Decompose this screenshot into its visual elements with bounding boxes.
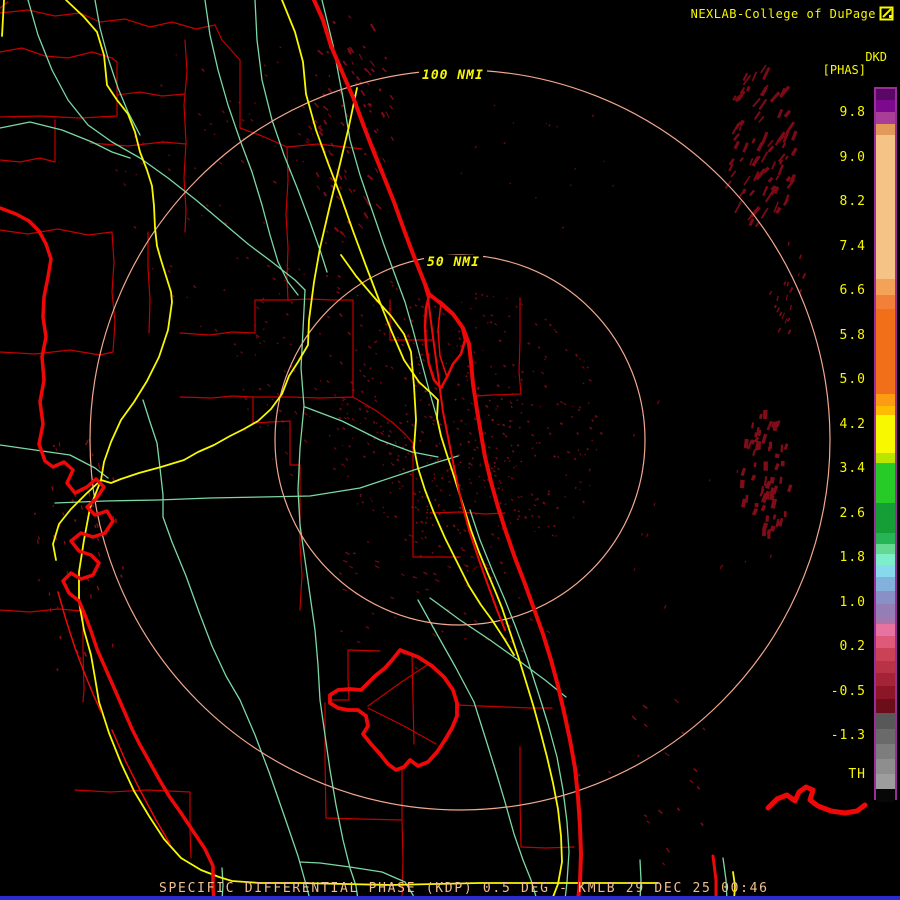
color-scale-segment: [876, 394, 895, 406]
radar-viewer-screen: 100 NMI 50 NMI NEXLAB-College of DuPage …: [0, 0, 900, 900]
range-ring-label-50nmi: 50 NMI: [424, 255, 483, 270]
color-scale-segment: [876, 759, 895, 774]
speckle-ne-sparse: [460, 104, 614, 228]
color-scale-tick-4.2: 4.2: [840, 417, 866, 433]
color-scale-tick-9.8: 9.8: [840, 105, 866, 121]
color-scale-segment: [876, 89, 895, 100]
color-scale-segment: [876, 636, 895, 648]
speckle-se-offshore: [577, 699, 705, 866]
color-scale-tick-6.6: 6.6: [840, 283, 866, 299]
bottom-border-line: [0, 896, 900, 900]
color-scale-segment: [876, 624, 895, 636]
color-scale-segment: [876, 729, 895, 744]
range-ring-100-nmi: [90, 70, 830, 810]
color-scale-tick-5.8: 5.8: [840, 328, 866, 344]
color-scale-segment: [876, 591, 895, 604]
color-scale-segment: [876, 415, 895, 453]
color-scale-segment: [876, 544, 895, 554]
color-scale-segment: [876, 774, 895, 789]
speckle-offshore-ne: [725, 65, 798, 228]
color-scale-segment: [876, 112, 895, 124]
color-scale-tick-8.2: 8.2: [840, 194, 866, 210]
color-scale-segment: [876, 100, 895, 112]
color-scale-segment: [876, 453, 895, 463]
status-bar-product-line: SPECIFIC DIFFERENTIAL PHASE (KDP) 0.5 DE…: [159, 881, 769, 896]
county-borders: [0, 2, 574, 900]
color-scale-segment: [876, 463, 895, 503]
color-scale-segment: [876, 565, 895, 577]
color-scale-segment: [876, 124, 895, 135]
color-scale-tick--0.5: -0.5: [831, 684, 866, 700]
color-scale-segment: [876, 673, 895, 686]
range-ring-label-100nmi: 100 NMI: [419, 68, 487, 83]
speckle-inland-central: [234, 274, 440, 477]
coastline: [0, 0, 865, 900]
color-scale-segment: [876, 744, 895, 759]
color-scale-tick--1.3: -1.3: [831, 728, 866, 744]
range-rings: [90, 70, 830, 810]
color-scale-segment: [876, 699, 895, 713]
speckle-offshore-e: [769, 242, 806, 335]
radar-map: [0, 0, 900, 900]
color-scale-tick-1.8: 1.8: [840, 550, 866, 566]
color-scale-tick-2.6: 2.6: [840, 506, 866, 522]
color-scale-tick-TH: TH: [848, 767, 866, 783]
color-scale-segment: [876, 661, 895, 673]
product-units-label: [PHAS]: [823, 63, 866, 77]
color-scale-bar: [874, 87, 897, 800]
color-scale-segment: [876, 295, 895, 309]
color-scale-tick-3.4: 3.4: [840, 461, 866, 477]
speckle-gulf-coastal: [34, 439, 124, 671]
color-scale-tick-7.4: 7.4: [840, 239, 866, 255]
speckle-offshore-e2: [740, 410, 793, 539]
color-scale-segment: [876, 533, 895, 544]
color-scale-segment: [876, 617, 895, 624]
color-scale-tick-1.0: 1.0: [840, 595, 866, 611]
color-scale-segment: [876, 406, 895, 415]
color-scale-segment: [876, 309, 895, 394]
page-title: NEXLAB-College of DuPage: [691, 7, 876, 21]
color-scale-tick-5.0: 5.0: [840, 372, 866, 388]
color-scale-segment: [876, 503, 895, 533]
product-code-label: DKD: [865, 50, 887, 64]
cod-weather-logo-icon: [879, 6, 895, 22]
color-scale-tick-9.0: 9.0: [840, 150, 866, 166]
color-scale-segment: [876, 135, 895, 279]
color-scale-segment: [876, 604, 895, 617]
color-scale-segment: [876, 789, 895, 802]
color-scale-segment: [876, 648, 895, 661]
color-scale-segment: [876, 554, 895, 565]
color-scale-segment: [876, 279, 895, 295]
speckle-clutter-core-bright: [386, 363, 523, 534]
radar-return-speckles: [34, 15, 806, 865]
color-scale-tick-0.2: 0.2: [840, 639, 866, 655]
color-scale-segment: [876, 686, 895, 699]
color-scale-segment: [876, 713, 895, 729]
color-scale-segment: [876, 577, 895, 591]
